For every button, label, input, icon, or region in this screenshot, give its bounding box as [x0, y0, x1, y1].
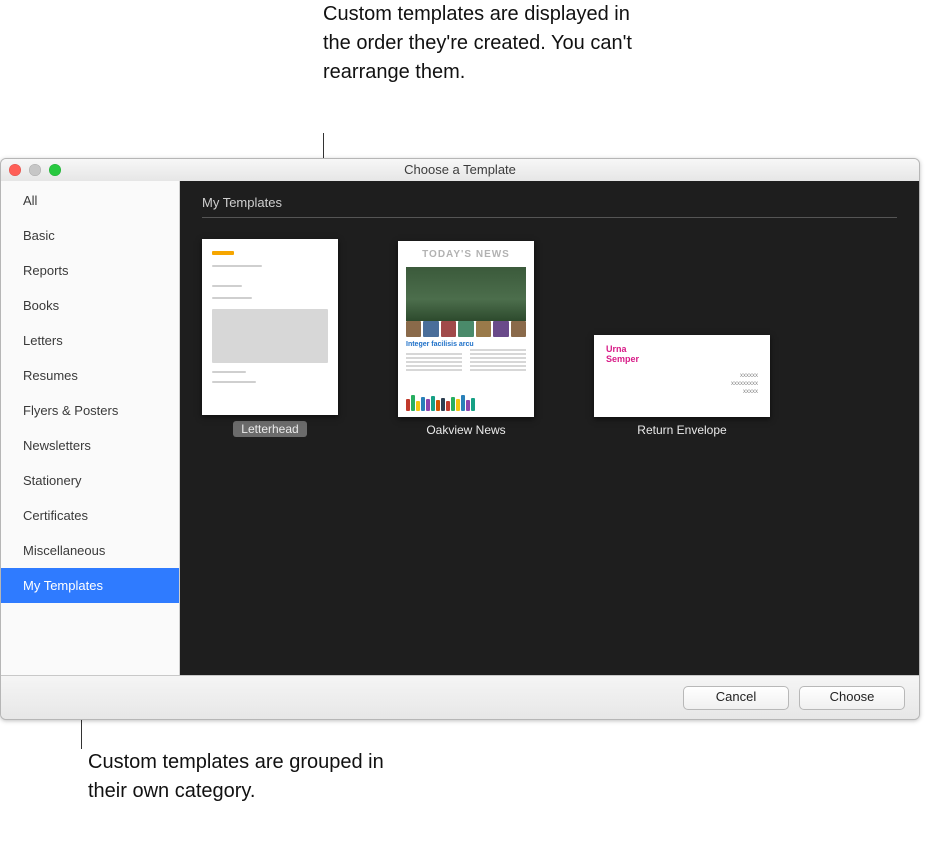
sidebar-item-resumes[interactable]: Resumes — [1, 358, 179, 393]
template-label: Return Envelope — [637, 423, 726, 437]
sidebar-item-flyers-posters[interactable]: Flyers & Posters — [1, 393, 179, 428]
section-divider — [202, 217, 897, 218]
sidebar-item-basic[interactable]: Basic — [1, 218, 179, 253]
choose-button[interactable]: Choose — [799, 686, 905, 710]
template-thumb: TODAY'S NEWS Integer facilisis arcu — [398, 241, 534, 417]
sidebar-item-my-templates[interactable]: My Templates — [1, 568, 179, 603]
sidebar-item-books[interactable]: Books — [1, 288, 179, 323]
sidebar-item-reports[interactable]: Reports — [1, 253, 179, 288]
minimize-icon[interactable] — [29, 164, 41, 176]
window-controls — [9, 164, 61, 176]
template-label: Letterhead — [233, 421, 306, 437]
template-thumb: Urna Semper xxxxxxxxxxxxxxxxxxxx — [594, 335, 770, 417]
callout-top: Custom templates are displayed in the or… — [323, 0, 643, 87]
sidebar-item-letters[interactable]: Letters — [1, 323, 179, 358]
footer: Cancel Choose — [1, 675, 919, 719]
envelope-name: Urna Semper — [606, 345, 639, 365]
window-title: Choose a Template — [404, 162, 516, 177]
sidebar-item-miscellaneous[interactable]: Miscellaneous — [1, 533, 179, 568]
news-subhead: Integer facilisis arcu — [406, 341, 474, 348]
sidebar: AllBasicReportsBooksLettersResumesFlyers… — [1, 181, 180, 675]
template-chooser-window: Choose a Template AllBasicReportsBooksLe… — [0, 158, 920, 720]
sidebar-item-newsletters[interactable]: Newsletters — [1, 428, 179, 463]
template-tile-return-envelope[interactable]: Urna Semper xxxxxxxxxxxxxxxxxxxx Return … — [594, 335, 770, 437]
template-grid-area: My Templates Le — [180, 181, 919, 675]
template-tile-letterhead[interactable]: Letterhead — [202, 239, 338, 437]
news-headline: TODAY'S NEWS — [406, 249, 526, 260]
cancel-button[interactable]: Cancel — [683, 686, 789, 710]
section-header: My Templates — [202, 195, 282, 210]
template-tile-oakview-news[interactable]: TODAY'S NEWS Integer facilisis arcu — [398, 241, 534, 437]
sidebar-item-stationery[interactable]: Stationery — [1, 463, 179, 498]
sidebar-list: AllBasicReportsBooksLettersResumesFlyers… — [1, 181, 179, 603]
sidebar-item-all[interactable]: All — [1, 183, 179, 218]
zoom-icon[interactable] — [49, 164, 61, 176]
titlebar: Choose a Template — [1, 159, 919, 182]
template-thumb — [202, 239, 338, 415]
callout-bottom: Custom templates are grouped in their ow… — [88, 748, 388, 806]
template-label: Oakview News — [426, 423, 505, 437]
sidebar-item-certificates[interactable]: Certificates — [1, 498, 179, 533]
template-grid: Letterhead TODAY'S NEWS — [202, 239, 897, 437]
close-icon[interactable] — [9, 164, 21, 176]
